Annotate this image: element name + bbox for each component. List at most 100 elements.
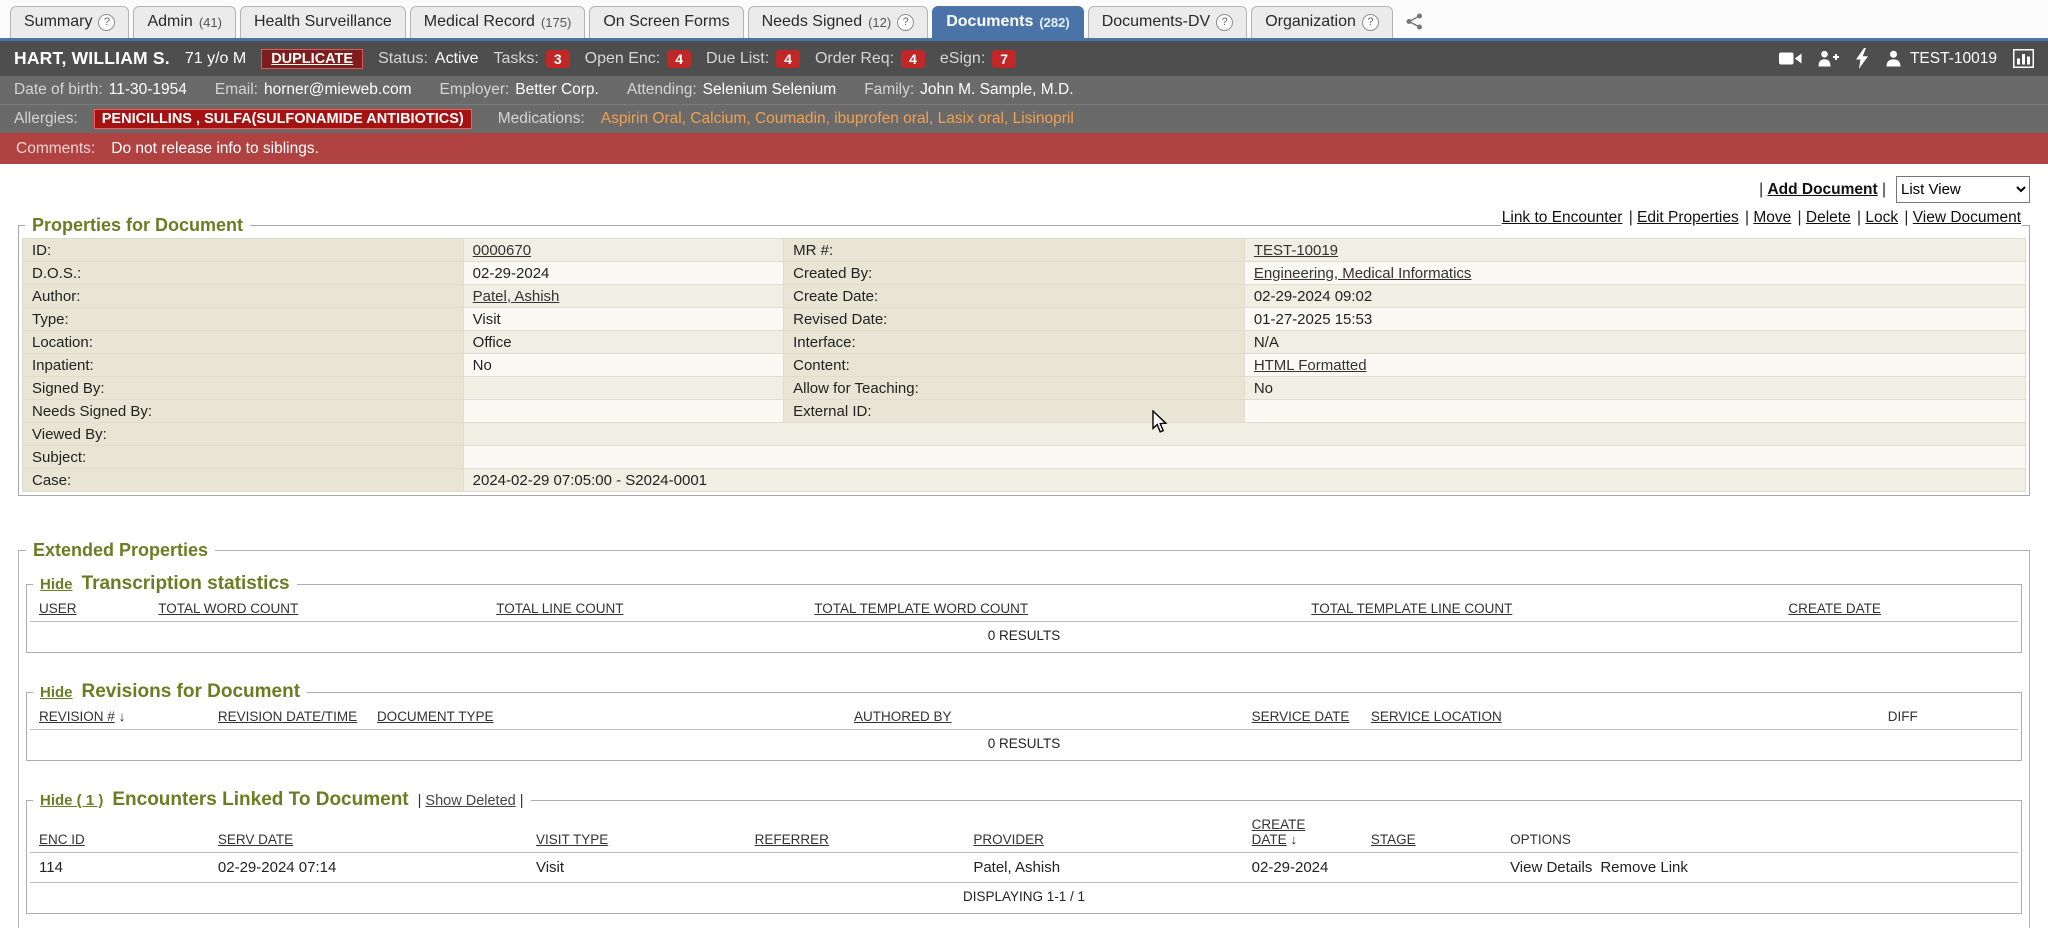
add-document-link[interactable]: Add Document xyxy=(1767,181,1877,198)
encounter-row: 114 02-29-2024 07:14 Visit Patel, Ashish… xyxy=(30,853,2018,883)
transcription-title: Transcription statistics xyxy=(82,573,290,595)
extended-properties-title: Extended Properties xyxy=(26,540,215,561)
property-row: Type: Visit Revised Date: 01-27-2025 15:… xyxy=(23,308,2026,331)
due-list-counter: Due List: 4 xyxy=(706,50,800,68)
help-icon[interactable]: ? xyxy=(98,14,115,31)
link-to-encounter-link[interactable]: Link to Encounter xyxy=(1502,209,1623,226)
column-header: REVISION #↓ xyxy=(30,705,209,730)
tab-needs-signed[interactable]: Needs Signed (12) ? xyxy=(748,6,929,38)
property-row: ID: 0000670 MR #: TEST-10019 xyxy=(23,239,2026,262)
extended-properties-section: Extended Properties Hide Transcription s… xyxy=(18,540,2030,928)
chart-tab-bar: Summary ? Admin (41) Health Surveillance… xyxy=(0,0,2048,41)
edit-properties-link[interactable]: Edit Properties xyxy=(1637,209,1739,226)
hide-transcription-link[interactable]: Hide xyxy=(40,576,73,593)
help-icon[interactable]: ? xyxy=(897,14,914,31)
revisions-section: Hide Revisions for Document REVISION #↓ … xyxy=(26,681,2022,761)
visit-type-cell: Visit xyxy=(527,853,746,883)
transcription-statistics-section: Hide Transcription statistics USER TOTAL… xyxy=(26,573,2022,653)
results-row: 0 RESULTS xyxy=(30,730,2018,758)
allergy-list[interactable]: PENICILLINS , SULFA(SULFONAMIDE ANTIBIOT… xyxy=(94,109,472,129)
tab-medical-record[interactable]: Medical Record (175) xyxy=(410,6,586,38)
sort-icon[interactable]: ↓ xyxy=(1291,832,1298,847)
create-date-cell: 02-29-2024 xyxy=(1243,853,1362,883)
tab-health-surveillance[interactable]: Health Surveillance xyxy=(240,6,406,38)
webchart-page: Summary ? Admin (41) Health Surveillance… xyxy=(0,0,2048,928)
view-mode-select[interactable]: List View xyxy=(1896,176,2030,203)
remove-link-link[interactable]: Remove Link xyxy=(1600,859,1688,876)
created-by-link[interactable]: Engineering, Medical Informatics xyxy=(1254,265,1472,282)
due-list-badge[interactable]: 4 xyxy=(776,50,800,68)
medication-link[interactable]: Calcium xyxy=(690,110,755,127)
comments-label: Comments: xyxy=(16,140,95,158)
encounters-table: ENC ID SERV DATE VISIT TYPE REFERRER PRO… xyxy=(30,813,2018,910)
column-header: USER xyxy=(30,597,149,622)
serv-date-cell: 02-29-2024 07:14 xyxy=(209,853,527,883)
property-row: Author: Patel, Ashish Create Date: 02-29… xyxy=(23,285,2026,308)
email-field: Email:horner@mieweb.com xyxy=(215,81,412,99)
tasks-badge[interactable]: 3 xyxy=(546,50,570,68)
medication-link[interactable]: Lisinopril xyxy=(1013,110,1074,127)
patient-name: HART, WILLIAM S. xyxy=(14,48,170,69)
column-header: SERV DATE xyxy=(209,813,527,853)
encounters-title: Encounters Linked To Document xyxy=(112,789,408,811)
medication-link[interactable]: Lasix oral xyxy=(938,110,1013,127)
document-id-link[interactable]: 0000670 xyxy=(473,242,531,259)
column-header: DIFF xyxy=(1879,705,2018,730)
author-link[interactable]: Patel, Ashish xyxy=(473,288,560,305)
medication-link[interactable]: ibuprofen oral xyxy=(834,110,937,127)
tab-organization[interactable]: Organization ? xyxy=(1251,6,1393,38)
tab-on-screen-forms[interactable]: On Screen Forms xyxy=(589,6,743,38)
document-toolbar: Add Document List View xyxy=(18,176,2030,203)
stage-cell xyxy=(1362,853,1501,883)
view-details-link[interactable]: View Details xyxy=(1510,859,1592,876)
help-icon[interactable]: ? xyxy=(1216,14,1233,31)
property-row: Viewed By: xyxy=(23,423,2026,446)
column-header: TOTAL TEMPLATE WORD COUNT xyxy=(805,597,1302,622)
hide-revisions-link[interactable]: Hide xyxy=(40,684,73,701)
hide-encounters-link[interactable]: Hide ( 1 ) xyxy=(40,792,103,809)
tab-documents-dv[interactable]: Documents-DV ? xyxy=(1088,6,1247,38)
help-icon[interactable]: ? xyxy=(1362,14,1379,31)
lightning-icon[interactable] xyxy=(1855,48,1869,69)
property-row: Needs Signed By: External ID: xyxy=(23,400,2026,423)
column-header: ENC ID xyxy=(30,813,209,853)
properties-section: Properties for Document ID: 0000670 MR #… xyxy=(18,215,2030,496)
medication-link[interactable]: Coumadin xyxy=(755,110,834,127)
camera-icon[interactable] xyxy=(1779,51,1802,66)
document-properties-content: Add Document List View Link to Encounter… xyxy=(0,164,2048,928)
patient-status: Status: Active xyxy=(378,50,478,68)
order-req-badge[interactable]: 4 xyxy=(901,50,925,68)
tab-summary[interactable]: Summary ? xyxy=(10,6,129,38)
patient-age-sex: 71 y/o M xyxy=(185,50,246,68)
medication-link[interactable]: Aspirin Oral xyxy=(601,110,691,127)
delete-link[interactable]: Delete xyxy=(1806,209,1851,226)
tab-documents[interactable]: Documents (282) xyxy=(932,6,1083,38)
property-row: D.O.S.: 02-29-2024 Created By: Engineeri… xyxy=(23,262,2026,285)
property-row: Location: Office Interface: N/A xyxy=(23,331,2026,354)
share-icon[interactable] xyxy=(1397,13,1432,38)
add-user-icon[interactable] xyxy=(1818,50,1839,67)
column-header: DOCUMENT TYPE xyxy=(368,705,845,730)
allergies-label: Allergies: xyxy=(14,110,78,128)
mr-number-link[interactable]: TEST-10019 xyxy=(1254,242,1338,259)
view-document-link[interactable]: View Document xyxy=(1913,209,2021,226)
column-header: AUTHORED BY xyxy=(845,705,1243,730)
content-format-link[interactable]: HTML Formatted xyxy=(1254,357,1367,374)
tab-admin[interactable]: Admin (41) xyxy=(133,6,235,38)
chart-icon[interactable] xyxy=(2013,49,2034,68)
encounters-section: Hide ( 1 ) Encounters Linked To Document… xyxy=(26,789,2022,914)
displaying-row: DISPLAYING 1-1 / 1 xyxy=(30,883,2018,911)
sort-icon[interactable]: ↓ xyxy=(119,709,126,724)
show-deleted-link[interactable]: Show Deleted xyxy=(425,793,515,809)
lock-link[interactable]: Lock xyxy=(1865,209,1898,226)
esign-badge[interactable]: 7 xyxy=(992,50,1016,68)
esign-counter: eSign: 7 xyxy=(940,50,1016,68)
open-enc-badge[interactable]: 4 xyxy=(667,50,691,68)
property-row: Subject: xyxy=(23,446,2026,469)
user-icon[interactable] xyxy=(1885,50,1902,67)
dob-field: Date of birth:11-30-1954 xyxy=(14,81,187,99)
duplicate-flag[interactable]: DUPLICATE xyxy=(261,49,363,69)
move-link[interactable]: Move xyxy=(1753,209,1791,226)
comments-bar: Comments: Do not release info to sibling… xyxy=(0,133,2048,164)
provider-cell: Patel, Ashish xyxy=(964,853,1242,883)
